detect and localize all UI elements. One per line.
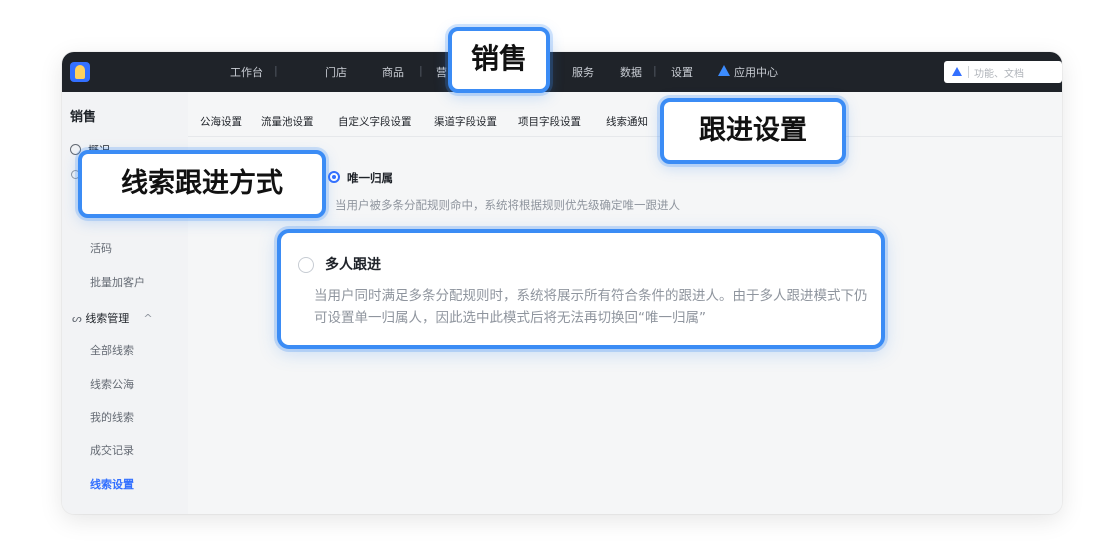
app-center-icon xyxy=(718,65,730,76)
callout-sales: 销售 xyxy=(448,27,550,93)
nav-service[interactable]: 服务 xyxy=(572,64,594,80)
settings-tabs: 公海设置 流量池设置 自定义字段设置 渠道字段设置 项目字段设置 线索通知 xyxy=(188,92,1062,137)
nav-app-center[interactable]: 应用中心 xyxy=(734,64,778,80)
tab-public-pool[interactable]: 公海设置 xyxy=(200,114,242,129)
nav-separator: | xyxy=(419,64,423,77)
nav-settings[interactable]: 设置 xyxy=(671,64,693,80)
nav-marketing[interactable]: 营 xyxy=(436,64,447,80)
tab-project-fields[interactable]: 项目字段设置 xyxy=(518,114,581,129)
top-nav-bar: 工作台 | 门店 商品 | 营 服务 数据 | 设置 应用中心 功能、文档 xyxy=(62,52,1062,92)
callout-follow-settings: 跟进设置 xyxy=(660,98,846,164)
tab-traffic-pool[interactable]: 流量池设置 xyxy=(261,114,314,129)
tab-channel-fields[interactable]: 渠道字段设置 xyxy=(434,114,497,129)
option-unique-ownership-desc: 当用户被多条分配规则命中，系统将根据规则优先级确定唯一跟进人 xyxy=(335,198,680,212)
radio-multi-follow[interactable] xyxy=(298,257,314,273)
sidebar-group-label: 线索管理 xyxy=(85,312,130,325)
chevron-up-icon: ^ xyxy=(143,312,153,325)
search-placeholder: 功能、文档 xyxy=(974,69,1024,80)
nav-workbench[interactable]: 工作台 xyxy=(230,64,263,80)
search-divider xyxy=(968,66,969,78)
sidebar-group-lead-management[interactable]: ᔕ 线索管理 ^ xyxy=(72,310,153,326)
sidebar-item-deals[interactable]: 成交记录 xyxy=(90,442,134,458)
app-logo-icon[interactable] xyxy=(70,62,90,82)
sidebar-item-live-code[interactable]: 活码 xyxy=(90,240,112,256)
nav-data[interactable]: 数据 xyxy=(620,64,642,80)
option-unique-ownership-label: 唯一归属 xyxy=(347,171,393,185)
sidebar-item-my-leads[interactable]: 我的线索 xyxy=(90,409,134,425)
sidebar-item-all-leads[interactable]: 全部线索 xyxy=(90,342,134,358)
sidebar-item-lead-pool[interactable]: 线索公海 xyxy=(90,376,134,392)
callout-follow-method: 线索跟进方式 xyxy=(78,150,326,218)
nav-separator: | xyxy=(653,64,657,77)
option-multi-follow-desc: 当用户同时满足多条分配规则时，系统将展示所有符合条件的跟进人。由于多人跟进模式下… xyxy=(314,288,868,326)
option-multi-follow-card[interactable]: 多人跟进 当用户同时满足多条分配规则时，系统将展示所有符合条件的跟进人。由于多人… xyxy=(277,229,885,349)
lead-management-icon: ᔕ xyxy=(72,312,86,325)
search-logo-icon xyxy=(952,67,962,76)
tab-lead-notify[interactable]: 线索通知 xyxy=(606,114,648,129)
search-box[interactable]: 功能、文档 xyxy=(944,61,1062,83)
option-multi-follow-label: 多人跟进 xyxy=(325,257,381,273)
radio-unique-ownership[interactable] xyxy=(328,171,340,183)
sidebar-item-bulk-add[interactable]: 批量加客户 xyxy=(90,274,145,290)
tab-custom-fields[interactable]: 自定义字段设置 xyxy=(338,114,412,129)
sidebar-item-lead-settings[interactable]: 线索设置 xyxy=(90,476,134,492)
nav-goods[interactable]: 商品 xyxy=(382,64,404,80)
nav-store[interactable]: 门店 xyxy=(325,64,347,80)
sidebar-title: 销售 xyxy=(70,110,97,125)
nav-separator: | xyxy=(274,64,278,77)
